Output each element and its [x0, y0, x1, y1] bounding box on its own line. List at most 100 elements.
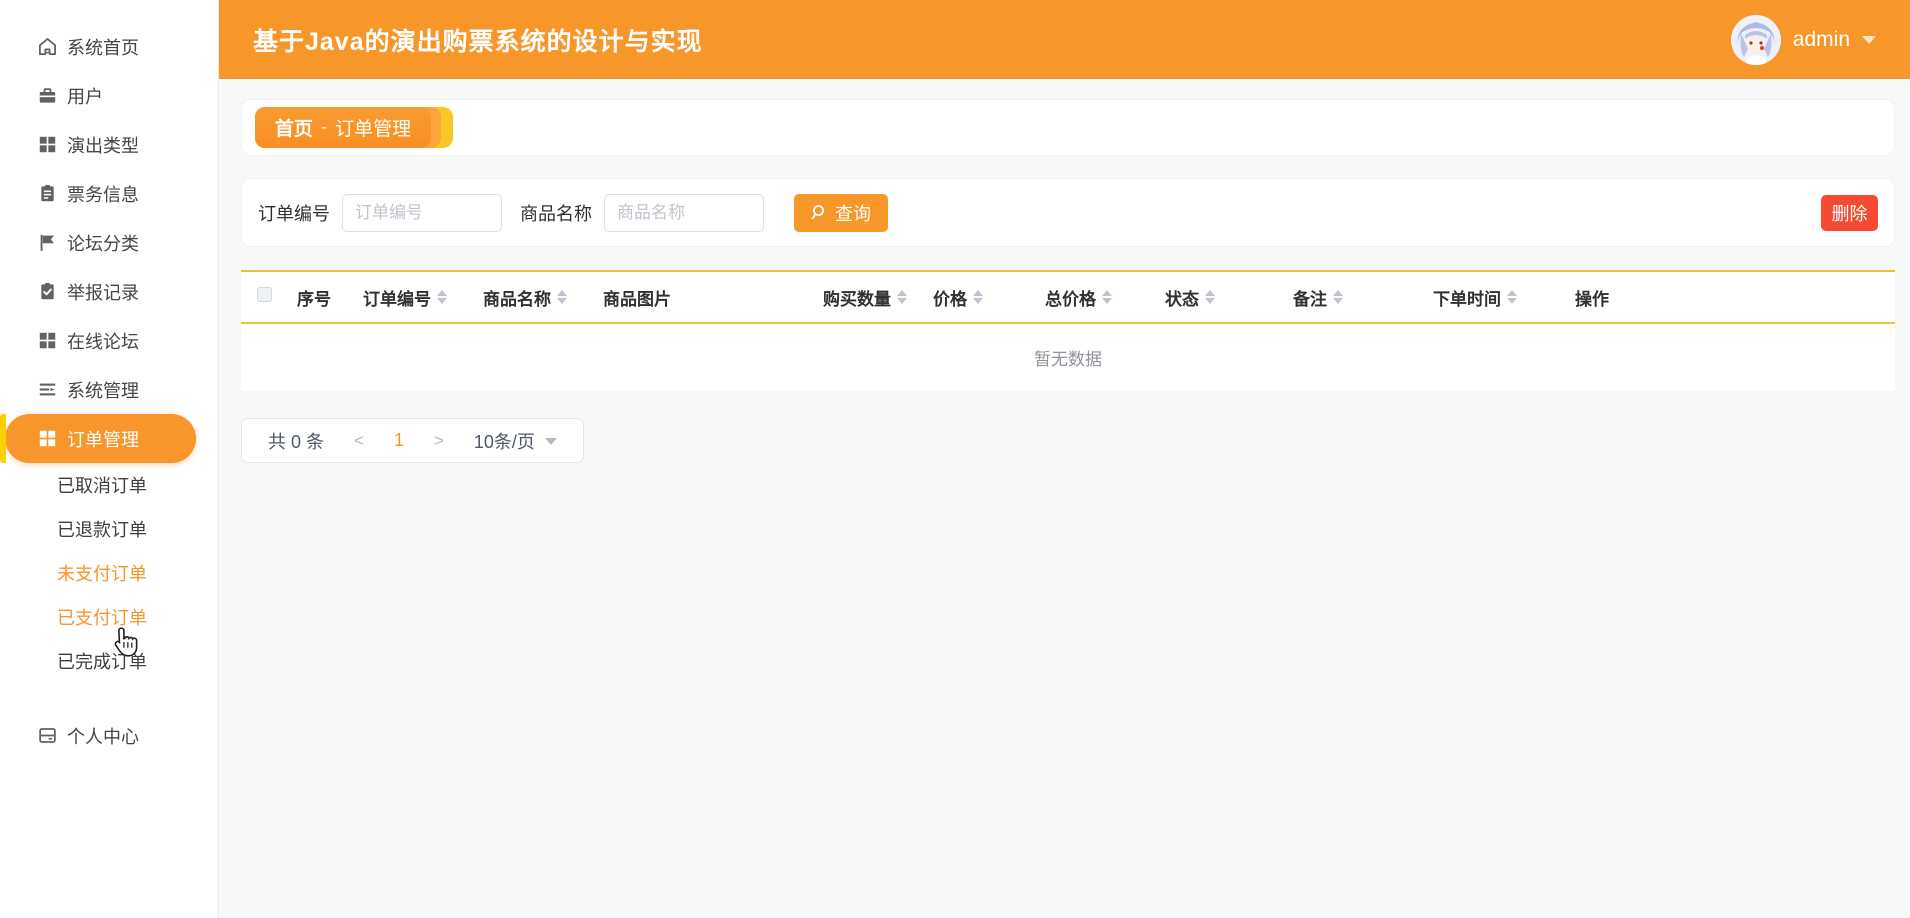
sort-arrows-icon[interactable] — [973, 290, 983, 304]
header-checkbox-cell — [241, 271, 285, 323]
chevron-down-icon — [544, 438, 557, 445]
sidebar-item-label: 在线论坛 — [67, 331, 139, 352]
sidebar: 系统首页用户演出类型票务信息论坛分类举报记录在线论坛系统管理订单管理已取消订单已… — [0, 0, 219, 918]
prev-page-button[interactable]: < — [354, 431, 364, 451]
grid-icon — [37, 429, 57, 449]
breadcrumb: 首页 - 订单管理 — [255, 107, 453, 148]
sidebar-item-system-management[interactable]: 系统管理 — [0, 365, 218, 414]
home-icon — [37, 37, 57, 57]
sidebar-item-label: 未支付订单 — [57, 564, 147, 584]
column-label: 价格 — [933, 289, 967, 309]
sidebar-item-forum-categories[interactable]: 论坛分类 — [0, 218, 218, 267]
chevron-down-icon — [1862, 35, 1876, 44]
table-header-row: 序号 订单编号 商品名称 商品图片 购买数量 价格 总价格 状态 备注 下单时间 操作 — [241, 271, 1895, 323]
sidebar-item-home[interactable]: 系统首页 — [0, 22, 218, 71]
delete-button[interactable]: 删除 — [1821, 194, 1878, 231]
sidebar-item-report-records[interactable]: 举报记录 — [0, 267, 218, 316]
next-page-button[interactable]: > — [434, 431, 444, 451]
sidebar-item-label: 用户 — [67, 86, 103, 107]
column-header-8[interactable]: 备注 — [1281, 271, 1421, 323]
sidebar-item-users[interactable]: 用户 — [0, 71, 218, 120]
list-arrow-icon — [37, 380, 57, 400]
sidebar-item-label: 系统管理 — [67, 380, 139, 401]
empty-state-text: 暂无数据 — [1034, 350, 1102, 369]
order-no-label: 订单编号 — [258, 203, 330, 224]
sidebar-item-show-types[interactable]: 演出类型 — [0, 120, 218, 169]
sidebar-item-unpaid-orders[interactable]: 未支付订单 — [0, 551, 218, 595]
sort-arrows-icon[interactable] — [897, 290, 907, 304]
clipboard-check-icon — [37, 282, 57, 302]
sort-arrows-icon[interactable] — [1507, 290, 1517, 304]
sidebar-item-label: 订单管理 — [67, 429, 139, 450]
column-header-1[interactable]: 订单编号 — [351, 271, 471, 323]
column-header-3: 商品图片 — [591, 271, 811, 323]
column-header-4[interactable]: 购买数量 — [811, 271, 921, 323]
product-name-label: 商品名称 — [520, 203, 592, 224]
order-no-input[interactable] — [342, 193, 502, 232]
page-title: 基于Java的演出购票系统的设计与实现 — [253, 27, 703, 56]
column-label: 订单编号 — [363, 289, 431, 309]
sidebar-item-label: 已完成订单 — [57, 652, 147, 672]
top-header: 基于Java的演出购票系统的设计与实现 admin — [219, 0, 1910, 79]
user-menu[interactable]: admin — [1730, 14, 1876, 65]
grid-icon — [37, 331, 57, 351]
sidebar-item-personal-center[interactable]: 个人中心 — [0, 711, 218, 760]
sort-arrows-icon[interactable] — [1102, 290, 1112, 304]
column-label: 总价格 — [1045, 289, 1096, 309]
sidebar-item-refunded-orders[interactable]: 已退款订单 — [0, 507, 218, 551]
sidebar-item-completed-orders[interactable]: 已完成订单 — [0, 639, 218, 683]
sidebar-item-online-forum[interactable]: 在线论坛 — [0, 316, 218, 365]
sidebar-item-label: 票务信息 — [67, 184, 139, 205]
window-icon — [37, 726, 57, 746]
briefcase-icon — [37, 86, 57, 106]
sidebar-nav: 系统首页用户演出类型票务信息论坛分类举报记录在线论坛系统管理订单管理已取消订单已… — [0, 22, 218, 760]
sidebar-item-ticket-info[interactable]: 票务信息 — [0, 169, 218, 218]
sort-arrows-icon[interactable] — [437, 290, 447, 304]
main-content: 首页 - 订单管理 订单编号 商品名称 查询 — [219, 79, 1910, 918]
sidebar-item-cancelled-orders[interactable]: 已取消订单 — [0, 463, 218, 507]
pagination-bar: 共 0 条 < 1 > 10条/页 — [241, 418, 584, 463]
sidebar-item-label: 论坛分类 — [67, 233, 139, 254]
sidebar-item-label: 已支付订单 — [57, 608, 147, 628]
column-label: 下单时间 — [1433, 289, 1501, 309]
sort-arrows-icon[interactable] — [557, 290, 567, 304]
column-header-7[interactable]: 状态 — [1153, 271, 1281, 323]
breadcrumb-card: 首页 - 订单管理 — [241, 99, 1895, 156]
page-size-select[interactable]: 10条/页 — [474, 428, 557, 454]
column-label: 购买数量 — [823, 289, 891, 309]
column-header-2[interactable]: 商品名称 — [471, 271, 591, 323]
clipboard-icon — [37, 184, 57, 204]
sidebar-item-paid-orders[interactable]: 已支付订单 — [0, 595, 218, 639]
sidebar-item-order-management[interactable]: 订单管理 — [0, 414, 196, 463]
breadcrumb-current: 订单管理 — [335, 119, 412, 140]
column-label: 商品图片 — [603, 289, 671, 309]
column-label: 备注 — [1293, 289, 1327, 309]
filter-bar: 订单编号 商品名称 查询 删除 — [241, 178, 1895, 247]
column-header-10: 操作 — [1563, 271, 1895, 323]
sidebar-item-label: 已退款订单 — [57, 520, 147, 540]
search-icon — [811, 205, 824, 220]
select-all-checkbox[interactable] — [257, 287, 272, 302]
sidebar-item-label: 系统首页 — [67, 37, 139, 58]
orders-table: 序号 订单编号 商品名称 商品图片 购买数量 价格 总价格 状态 备注 下单时间 操作 暂无数据 — [241, 270, 1895, 391]
app-window: 系统首页 用户 演出类型 票务信息 论坛分类 举报记录 在线论坛 系统管理 订单管理 已取消订单已… — [0, 0, 1910, 918]
sort-arrows-icon[interactable] — [1333, 290, 1343, 304]
column-header-0: 序号 — [285, 271, 351, 323]
grid-icon — [37, 135, 57, 155]
sort-arrows-icon[interactable] — [1205, 290, 1215, 304]
column-header-9[interactable]: 下单时间 — [1421, 271, 1563, 323]
search-button[interactable]: 查询 — [794, 193, 888, 232]
column-label: 状态 — [1165, 289, 1199, 309]
product-name-input[interactable] — [604, 193, 764, 232]
column-label: 商品名称 — [483, 289, 551, 309]
column-label: 序号 — [297, 289, 331, 309]
column-header-5[interactable]: 价格 — [921, 271, 1033, 323]
page-number-1[interactable]: 1 — [394, 430, 404, 451]
breadcrumb-home[interactable]: 首页 — [275, 114, 313, 141]
column-header-6[interactable]: 总价格 — [1033, 271, 1153, 323]
sidebar-item-label: 举报记录 — [67, 282, 139, 303]
breadcrumb-separator: - — [320, 116, 328, 138]
avatar[interactable] — [1730, 14, 1781, 65]
sidebar-item-label: 个人中心 — [67, 726, 139, 747]
empty-row: 暂无数据 — [241, 323, 1895, 391]
